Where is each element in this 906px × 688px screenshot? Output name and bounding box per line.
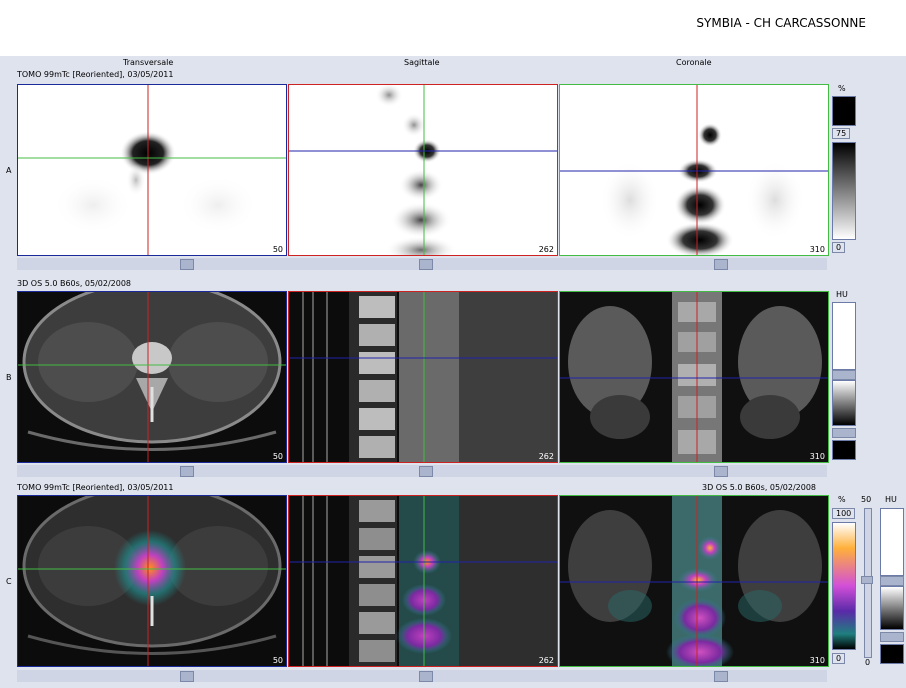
row-b-transverse-view[interactable]: 50 bbox=[17, 291, 287, 463]
sagittal-slice-thumb[interactable] bbox=[419, 259, 433, 270]
row-c-scale-unit: % bbox=[838, 495, 846, 504]
row-a-coronal-view[interactable]: 310 bbox=[559, 84, 829, 256]
row-c-colorbar[interactable] bbox=[832, 522, 856, 650]
row-b-sagittal-view[interactable]: 262 bbox=[288, 291, 558, 463]
blend-top-value: 50 bbox=[861, 495, 872, 504]
row-c-ct-window-upper-handle[interactable] bbox=[880, 576, 904, 586]
coronal-spect-image bbox=[560, 85, 828, 255]
sagittal-ct-image bbox=[289, 292, 557, 462]
row-b-colorbar-top bbox=[832, 302, 856, 370]
slice-number: 310 bbox=[809, 452, 825, 461]
coronal-slice-thumb[interactable] bbox=[714, 466, 728, 477]
transverse-slice-thumb[interactable] bbox=[180, 259, 194, 270]
coronal-ct-image bbox=[560, 292, 828, 462]
row-b-label: B bbox=[6, 373, 12, 382]
column-header-transversale: Transversale bbox=[123, 58, 174, 67]
row-a-label: A bbox=[6, 166, 12, 175]
row-a-scale-unit: % bbox=[838, 84, 846, 93]
row-a-colorbar-top bbox=[832, 96, 856, 126]
blend-slider-thumb[interactable] bbox=[861, 576, 873, 584]
coronal-slice-thumb[interactable] bbox=[714, 671, 728, 682]
row-c-ct-colorbar-bottom bbox=[880, 644, 904, 664]
row-c-transverse-view[interactable]: 50 bbox=[17, 495, 287, 667]
row-c-label: C bbox=[6, 577, 12, 586]
row-c-series-info-secondary: 3D OS 5.0 B60s, 05/02/2008 bbox=[702, 483, 817, 492]
row-a-scale-max[interactable]: 75 bbox=[832, 128, 851, 139]
row-c-ct-colorbar-top bbox=[880, 508, 904, 576]
column-header-sagittale: Sagittale bbox=[404, 58, 440, 67]
row-c-scale-min[interactable]: 0 bbox=[832, 653, 846, 664]
sagittal-slice-thumb[interactable] bbox=[419, 466, 433, 477]
slice-number: 262 bbox=[538, 656, 554, 665]
row-a-transverse-view[interactable]: 50 bbox=[17, 84, 287, 256]
site-name: SYMBIA - CH CARCASSONNE bbox=[696, 16, 866, 30]
row-b-window-upper-handle[interactable] bbox=[832, 370, 856, 380]
row-a-sagittal-view[interactable]: 262 bbox=[288, 84, 558, 256]
blend-bottom-value: 0 bbox=[865, 658, 871, 667]
transverse-ct-image bbox=[18, 292, 286, 462]
transverse-slice-thumb[interactable] bbox=[180, 671, 194, 682]
slice-number: 262 bbox=[538, 452, 554, 461]
row-a-scale-min[interactable]: 0 bbox=[832, 242, 846, 253]
row-b-colorbar-bottom bbox=[832, 440, 856, 460]
row-c-ct-window-lower-handle[interactable] bbox=[880, 632, 904, 642]
sagittal-fusion-image bbox=[289, 496, 557, 666]
row-c-scale-max[interactable]: 100 bbox=[832, 508, 856, 519]
row-b-colorbar[interactable] bbox=[832, 380, 856, 426]
title-bar: SYMBIA - CH CARCASSONNE bbox=[0, 0, 906, 56]
transverse-slice-thumb[interactable] bbox=[180, 466, 194, 477]
column-header-coronale: Coronale bbox=[676, 58, 712, 67]
row-a-colorbar[interactable] bbox=[832, 142, 856, 240]
row-c-coronal-view[interactable]: 310 bbox=[559, 495, 829, 667]
row-b-window-lower-handle[interactable] bbox=[832, 428, 856, 438]
row-b-series-info: 3D OS 5.0 B60s, 05/02/2008 bbox=[17, 279, 132, 288]
slice-number: 50 bbox=[272, 656, 283, 665]
coronal-slice-thumb[interactable] bbox=[714, 259, 728, 270]
slice-number: 50 bbox=[272, 452, 283, 461]
row-c-sagittal-view[interactable]: 262 bbox=[288, 495, 558, 667]
sagittal-spect-image bbox=[289, 85, 557, 255]
row-a-series-info: TOMO 99mTc [Reoriented], 03/05/2011 bbox=[17, 70, 174, 79]
row-b-coronal-view[interactable]: 310 bbox=[559, 291, 829, 463]
row-b-scale-unit: HU bbox=[836, 290, 848, 299]
slice-number: 310 bbox=[809, 245, 825, 254]
sagittal-slice-thumb[interactable] bbox=[419, 671, 433, 682]
coronal-fusion-image bbox=[560, 496, 828, 666]
transverse-spect-image bbox=[18, 85, 286, 255]
row-c-ct-scale-unit: HU bbox=[885, 495, 897, 504]
slice-number: 262 bbox=[538, 245, 554, 254]
transverse-fusion-image bbox=[18, 496, 286, 666]
slice-number: 50 bbox=[272, 245, 283, 254]
slice-number: 310 bbox=[809, 656, 825, 665]
row-c-series-info: TOMO 99mTc [Reoriented], 03/05/2011 bbox=[17, 483, 174, 492]
row-c-ct-colorbar[interactable] bbox=[880, 586, 904, 630]
